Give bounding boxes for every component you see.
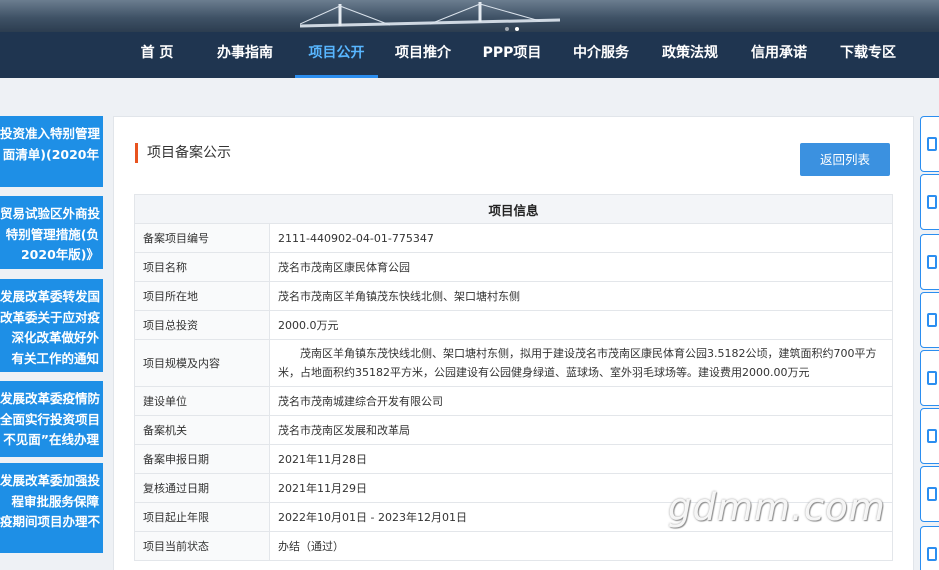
row-label: 备案机关 bbox=[134, 415, 270, 445]
card-line: 贸易试验区外商投 bbox=[0, 206, 101, 221]
gear-icon bbox=[927, 547, 937, 561]
chat-icon bbox=[927, 429, 937, 443]
share-icon bbox=[927, 371, 937, 385]
row-value: 2021年11月28日 bbox=[269, 444, 893, 474]
row-value: 茂南区羊角镇东茂快线北侧、架口塘村东侧，拟用于建设茂名市茂南区康民体育公园3.5… bbox=[269, 339, 893, 387]
card-line: 面清单)(2020年 bbox=[2, 146, 99, 162]
carousel-dot[interactable] bbox=[505, 27, 509, 31]
rail-button[interactable] bbox=[920, 234, 939, 290]
row-label: 项目总投资 bbox=[134, 310, 270, 340]
sidebar-news-card[interactable]: 发展改革委疫情防 全面实行投资项目 不见面”在线办理 bbox=[0, 381, 103, 457]
row-label: 备案申报日期 bbox=[134, 444, 270, 474]
card-line: 2020年版)》 bbox=[20, 247, 99, 262]
row-label: 备案项目编号 bbox=[134, 223, 270, 253]
nav-item-download[interactable]: 下载专区 bbox=[832, 32, 904, 78]
table-row: 项目规模及内容 茂南区羊角镇东茂快线北侧、架口塘村东侧，拟用于建设茂名市茂南区康… bbox=[134, 339, 893, 387]
list-icon bbox=[927, 255, 937, 269]
card-line: 全面实行投资项目 bbox=[0, 411, 101, 427]
table-row: 项目总投资 2000.0万元 bbox=[134, 310, 893, 340]
nav-item-credit[interactable]: 信用承诺 bbox=[743, 32, 815, 78]
card-line: 发展改革委疫情防 bbox=[0, 391, 101, 406]
nav-item-home[interactable]: 首 页 bbox=[128, 32, 186, 78]
table-row: 项目当前状态 办结（通过） bbox=[134, 531, 893, 561]
row-label: 复核通过日期 bbox=[134, 473, 270, 503]
table-heading: 项目信息 bbox=[134, 194, 893, 224]
card-line: 疫期间项目办理不 bbox=[0, 514, 101, 529]
row-value: 茂名市茂南区康民体育公园 bbox=[269, 252, 893, 282]
rail-button[interactable] bbox=[920, 526, 939, 570]
table-row: 备案机关 茂名市茂南区发展和改革局 bbox=[134, 415, 893, 445]
row-value: 2111-440902-04-01-775347 bbox=[269, 223, 893, 253]
rail-button[interactable] bbox=[920, 466, 939, 522]
document-icon bbox=[927, 137, 937, 151]
sidebar-news-card[interactable]: 投资准入特别管理 面清单)(2020年 bbox=[0, 116, 103, 187]
search-icon bbox=[927, 313, 937, 327]
table-row: 备案申报日期 2021年11月28日 bbox=[134, 444, 893, 474]
row-value: 茂名市茂南城建综合开发有限公司 bbox=[269, 386, 893, 416]
bridge-banner-image bbox=[300, 2, 560, 28]
rail-button[interactable] bbox=[920, 292, 939, 348]
row-value: 2000.0万元 bbox=[269, 310, 893, 340]
table-row: 备案项目编号 2111-440902-04-01-775347 bbox=[134, 223, 893, 253]
card-line: 特别管理措施(负 bbox=[5, 226, 99, 242]
sidebar-news-card[interactable]: 发展改革委加强投 程审批服务保障 疫期间项目办理不 bbox=[0, 463, 103, 553]
banner-carousel-dots[interactable] bbox=[505, 27, 519, 31]
nav-item-policy[interactable]: 政策法规 bbox=[654, 32, 726, 78]
row-value: 茂名市茂南区发展和改革局 bbox=[269, 415, 893, 445]
row-label: 项目所在地 bbox=[134, 281, 270, 311]
nav-item-project-disclosure[interactable]: 项目公开 bbox=[295, 32, 378, 78]
rail-button[interactable] bbox=[920, 350, 939, 406]
row-label: 项目当前状态 bbox=[134, 531, 270, 561]
table-row: 建设单位 茂名市茂南城建综合开发有限公司 bbox=[134, 386, 893, 416]
top-banner bbox=[0, 0, 939, 32]
card-line: 深化改革做好外 bbox=[11, 330, 99, 345]
monitor-icon bbox=[927, 195, 937, 209]
card-line: 程审批服务保障 bbox=[11, 493, 99, 509]
carousel-dot-active[interactable] bbox=[515, 27, 519, 31]
nav-item-ppp[interactable]: PPP项目 bbox=[478, 32, 546, 78]
row-value: 茂名市茂南区羊角镇茂东快线北侧、架口塘村东侧 bbox=[269, 281, 893, 311]
table-row: 项目名称 茂名市茂南区康民体育公园 bbox=[134, 252, 893, 282]
nav-item-guide[interactable]: 办事指南 bbox=[209, 32, 281, 78]
row-label: 建设单位 bbox=[134, 386, 270, 416]
row-label: 项目起止年限 bbox=[134, 502, 270, 532]
card-line: 发展改革委加强投 bbox=[0, 473, 101, 488]
card-line: 发展改革委转发国 bbox=[0, 289, 101, 304]
nav-item-project-promotion[interactable]: 项目推介 bbox=[388, 32, 458, 78]
card-line: 有关工作的通知 bbox=[11, 350, 99, 366]
card-line: 不见面”在线办理 bbox=[3, 432, 99, 447]
row-label: 项目规模及内容 bbox=[134, 339, 270, 387]
card-line: 改革委关于应对疫 bbox=[0, 309, 101, 325]
rail-button[interactable] bbox=[920, 408, 939, 464]
nav-item-agency-service[interactable]: 中介服务 bbox=[565, 32, 637, 78]
sidebar-news-card[interactable]: 发展改革委转发国 改革委关于应对疫 深化改革做好外 有关工作的通知 bbox=[0, 279, 103, 372]
panel-title: 项目备案公示 bbox=[135, 143, 231, 163]
info-icon bbox=[927, 487, 937, 501]
main-nav: 首 页 办事指南 项目公开 项目推介 PPP项目 中介服务 政策法规 信用承诺 … bbox=[0, 32, 939, 78]
row-label: 项目名称 bbox=[134, 252, 270, 282]
sidebar-news-card[interactable]: 贸易试验区外商投 特别管理措施(负 2020年版)》 bbox=[0, 196, 103, 269]
back-to-list-button[interactable]: 返回列表 bbox=[800, 143, 890, 176]
rail-button[interactable] bbox=[920, 116, 939, 172]
table-row: 项目所在地 茂名市茂南区羊角镇茂东快线北侧、架口塘村东侧 bbox=[134, 281, 893, 311]
card-line: 投资准入特别管理 bbox=[0, 126, 101, 141]
row-value: 办结（通过） bbox=[269, 531, 893, 561]
site-watermark: gdmm.com bbox=[668, 486, 886, 529]
rail-button[interactable] bbox=[920, 174, 939, 230]
